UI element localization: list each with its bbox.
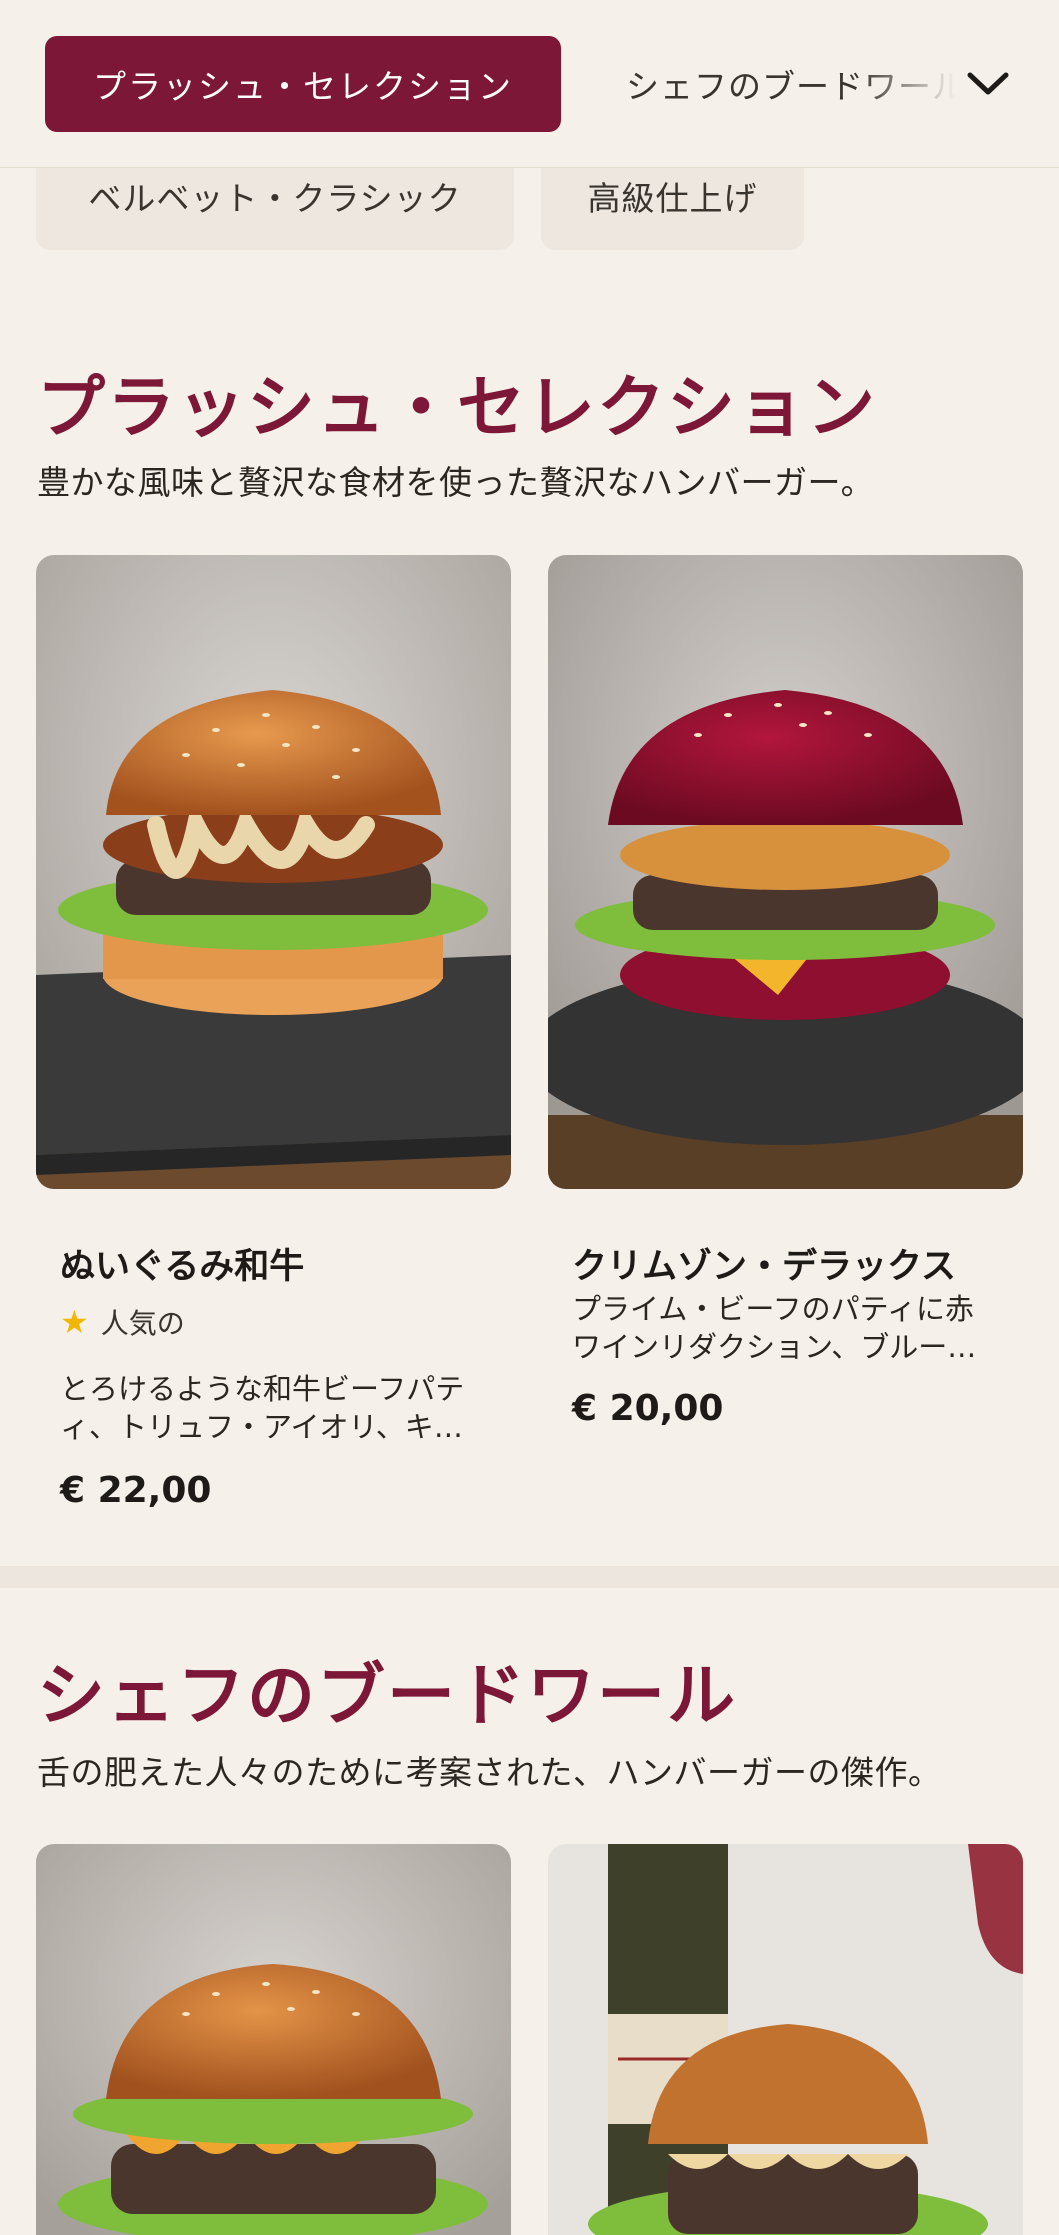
item-name[interactable]: クリムゾン・デラックス bbox=[572, 1238, 956, 1289]
item-name[interactable]: ぬいぐるみ和牛 bbox=[60, 1238, 304, 1289]
menu-page: ベルベット・クラシック 高級仕上げ プラッシュ・セレクション シェフのブードワー… bbox=[0, 0, 1059, 2235]
burger-image-crimson[interactable] bbox=[548, 555, 1023, 1189]
section-description: 舌の肥えた人々のために考案された、ハンバーガーの傑作。 bbox=[37, 1753, 942, 1792]
tab-chefs-boudoir[interactable]: シェフのブードワール bbox=[626, 36, 956, 132]
section-title: シェフのブードワール bbox=[37, 1657, 738, 1736]
popular-badge-label: 人気の bbox=[100, 1307, 185, 1340]
chevron-down-icon[interactable] bbox=[960, 56, 1016, 112]
item-price: € 20,00 bbox=[572, 1388, 724, 1429]
item-description: とろけるような和牛ビーフパティ、トリュフ・アイオリ、キャラメリゼしたオニオン bbox=[60, 1372, 465, 1444]
burger-image-wagyu[interactable] bbox=[36, 555, 511, 1189]
star-icon: ★ bbox=[60, 1303, 89, 1341]
burger-image-chef-2[interactable] bbox=[548, 1844, 1023, 2235]
section-description: 豊かな風味と贅沢な食材を使った贅沢なハンバーガー。 bbox=[37, 463, 875, 502]
tab-plush-selection[interactable]: プラッシュ・セレクション bbox=[45, 36, 561, 132]
burger-image-chef-1[interactable] bbox=[36, 1844, 511, 2235]
popular-badge: ★ 人気の bbox=[60, 1302, 185, 1342]
item-description: プライム・ビーフのパティに赤ワインリダクション、ブルーチーズ bbox=[572, 1292, 977, 1364]
item-price: € 22,00 bbox=[60, 1470, 212, 1511]
section-divider bbox=[0, 1566, 1059, 1588]
category-tab-bar: プラッシュ・セレクション シェフのブードワール bbox=[0, 0, 1059, 168]
section-title: プラッシュ・セレクション bbox=[37, 369, 878, 448]
